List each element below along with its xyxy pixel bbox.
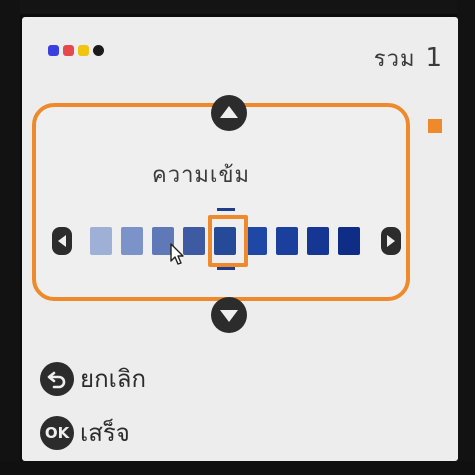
bezel-right (457, 0, 475, 475)
bezel-top (0, 0, 475, 14)
ink-black-icon (93, 45, 104, 56)
arrow-left-icon (58, 235, 66, 247)
scroll-marker (428, 119, 442, 133)
ok-button-icon: OK (40, 415, 74, 450)
decrease-density-button[interactable] (52, 227, 72, 255)
ink-blue-icon (48, 45, 59, 56)
selected-level-top-mark (217, 208, 235, 211)
total-count: 1 (425, 43, 442, 73)
density-level-2[interactable] (121, 227, 143, 255)
copy-total: รวม 1 (374, 41, 442, 76)
density-level-1[interactable] (90, 227, 112, 255)
increase-density-button[interactable] (381, 227, 401, 255)
bezel-left (0, 0, 20, 475)
density-level-9[interactable] (338, 227, 360, 255)
density-level-4[interactable] (183, 227, 205, 255)
up-arrow-button[interactable] (211, 95, 247, 131)
arrow-down-icon (220, 310, 238, 322)
cancel-command[interactable]: ยกเลิก (40, 359, 146, 398)
mouse-pointer-icon (170, 243, 184, 265)
selected-level-bottom-mark (217, 267, 235, 270)
ok-button-label: OK (44, 423, 70, 442)
density-title: ความเข้ม (152, 163, 250, 188)
back-icon (40, 361, 74, 396)
ink-yellow-icon (78, 45, 89, 56)
density-level-7[interactable] (276, 227, 298, 255)
arrow-right-icon (387, 235, 395, 247)
density-level-8[interactable] (307, 227, 329, 255)
total-label: รวม (373, 47, 416, 72)
selected-level-frame (208, 215, 248, 267)
cancel-label: ยกเลิก (80, 365, 147, 393)
ink-red-icon (63, 45, 74, 56)
density-level-6[interactable] (245, 227, 267, 255)
lcd-screen: รวม 1 ความเข้ม ยกเลิก OK เสร็จ (22, 17, 458, 461)
done-label: เสร็จ (80, 419, 130, 447)
ink-level-icons (48, 45, 104, 56)
density-panel (32, 103, 410, 301)
down-arrow-button[interactable] (211, 297, 247, 333)
bezel-bottom (0, 461, 475, 475)
arrow-up-icon (220, 106, 238, 118)
done-command[interactable]: OK เสร็จ (40, 413, 130, 452)
